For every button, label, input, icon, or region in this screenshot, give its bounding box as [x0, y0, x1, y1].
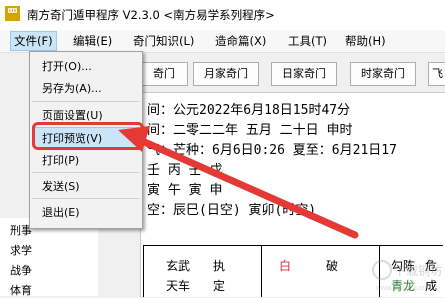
solar-term-line: 气：芒种：6月6日0:26 夏至：6月21日17: [147, 143, 397, 158]
tree-scrollbar[interactable]: [98, 218, 108, 296]
tree-item-war[interactable]: 战争: [10, 262, 32, 278]
menu-bar: 文件(F) 编辑(E) 奇门知识(L) 造命篇(X) 工具(T) 帮助(H): [0, 30, 445, 53]
menu-tools[interactable]: 工具(T): [285, 32, 330, 50]
table-border-top: [143, 245, 443, 246]
menu-exit-item[interactable]: 退出(E): [42, 204, 80, 220]
watermark-text: 下载铜坊: [394, 263, 442, 278]
menu-separator: [32, 198, 140, 199]
cell-bai: 白: [279, 259, 292, 273]
menu-send-item[interactable]: 发送(S): [42, 178, 80, 194]
toolbar-fly-button[interactable]: 飞: [428, 62, 445, 86]
stems-line: 壬 丙 壬 戊: [147, 163, 223, 178]
menu-edit[interactable]: 编辑(E): [70, 32, 115, 50]
menu-print-item[interactable]: 打印(P): [42, 152, 79, 168]
menu-help[interactable]: 帮助(H): [342, 32, 389, 50]
annotation-box: [32, 122, 144, 150]
toolbar-monthly-qimen-button[interactable]: 月家奇门: [193, 62, 259, 86]
void-line: 空：辰巳(日空) 寅卯(时空): [147, 203, 317, 218]
toolbar-hourly-qimen-button[interactable]: 时家奇门: [350, 62, 416, 86]
menu-zaoming[interactable]: 造命篇(X): [212, 32, 269, 50]
app-icon: 罒: [5, 6, 20, 21]
table-border-left: [143, 245, 144, 297]
menu-file[interactable]: 文件(F): [10, 31, 57, 51]
cell-xuanwu: 玄武: [166, 259, 191, 273]
menu-save-as-item[interactable]: 另存为(A)...: [42, 80, 102, 96]
toolbar-qimen-button[interactable]: 奇门: [140, 62, 188, 86]
menu-separator: [32, 172, 140, 173]
watermark-logo: 下载铜坊 www.downza.cn: [372, 260, 442, 292]
cell-tianche: 天车: [166, 279, 191, 293]
tree-item-study[interactable]: 求学: [10, 242, 32, 258]
menu-open-item[interactable]: 打开(O)...: [42, 58, 92, 74]
menu-qimen-knowledge[interactable]: 奇门知识(L): [130, 32, 197, 50]
lunar-time-line: 间：二零二二年 五月 二十日 申时: [147, 123, 353, 138]
branches-line: 寅 午 寅 申: [147, 183, 223, 198]
cell-zhi: 执: [213, 259, 226, 273]
file-menu-dropdown: 打开(O)... 另存为(A)... 页面设置(U) 打印预览(V) 打印(P)…: [29, 51, 144, 229]
menu-page-setup-item[interactable]: 页面设置(U): [42, 107, 103, 123]
menu-separator: [32, 101, 140, 102]
table-divider-1: [261, 245, 262, 297]
title-bar: 罒 南方奇门遁甲程序 V2.3.0 <南方易学系列程序>: [0, 0, 445, 30]
toolbar-daily-qimen-button[interactable]: 日家奇门: [271, 62, 337, 86]
window-title: 南方奇门遁甲程序 V2.3.0 <南方易学系列程序>: [27, 8, 275, 22]
category-tree: 刑事 求学 战争 体育: [0, 218, 99, 297]
watermark-sub: www.downza.cn: [375, 285, 426, 292]
cell-po: 破: [326, 259, 339, 273]
solar-time-line: 间：公元2022年6月18日15时47分: [147, 103, 351, 118]
cell-ding: 定: [213, 279, 226, 293]
